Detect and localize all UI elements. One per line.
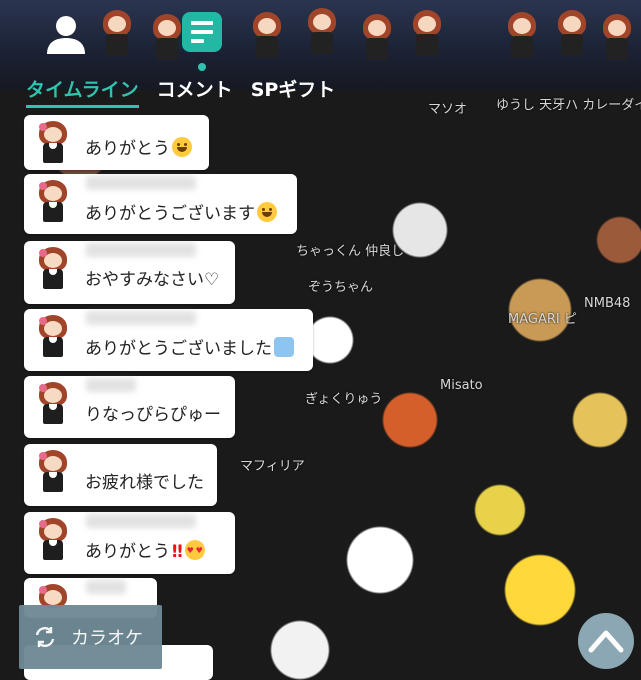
blurred-username	[86, 580, 126, 594]
user-icon[interactable]	[44, 12, 88, 56]
message-text: ありがとうございます	[85, 202, 277, 225]
karaoke-button-label: カラオケ	[71, 628, 143, 649]
blurred-username	[86, 243, 196, 257]
timeline-toggle-icon[interactable]	[182, 12, 222, 52]
timeline-message: お疲れ様でした	[24, 444, 217, 506]
user-avatar	[36, 121, 70, 167]
tab-sp-gift[interactable]: SPギフト	[251, 78, 336, 104]
user-avatar	[36, 518, 70, 564]
smiling-face-icon	[257, 202, 277, 222]
stage-avatar	[410, 10, 444, 56]
stage-area	[0, 0, 641, 90]
bg-viewer-name: マフィリア	[240, 459, 305, 474]
timeline-message: ありがとう ‼	[24, 512, 235, 574]
stage-avatar	[600, 14, 634, 60]
timeline-message: ありがとうございます	[24, 174, 297, 234]
message-text: ありがとう ‼	[85, 540, 205, 563]
stage-avatar	[250, 12, 284, 58]
bg-viewer-name: MAGARI ピ	[508, 312, 577, 327]
message-text: ありがとうございました	[85, 337, 294, 360]
blurred-username	[86, 514, 196, 528]
timeline-message: おやすみなさい♡	[24, 241, 235, 304]
bg-viewer-name: ぞうちゃん	[308, 280, 374, 295]
message-text: りなっぴらぴゅー	[85, 405, 221, 425]
stage-avatar	[360, 14, 394, 60]
smiling-face-icon	[172, 137, 192, 157]
stage-avatar	[505, 12, 539, 58]
tab-timeline[interactable]: タイムライン	[26, 78, 139, 108]
stage-avatar	[150, 14, 184, 60]
bg-viewer-name: ぎょくりゅう	[305, 392, 383, 407]
active-view-indicator	[198, 63, 206, 71]
user-avatar	[36, 180, 70, 226]
stage-avatar	[555, 10, 589, 56]
double-exclamation-icon: ‼	[172, 542, 183, 562]
refresh-icon	[35, 627, 55, 647]
stage-avatar	[100, 10, 134, 56]
timeline-message: りなっぴらぴゅー	[24, 376, 235, 438]
bg-viewer-name: Misato	[440, 378, 483, 393]
bg-viewer-name: ちゃっくん 仲良し	[296, 244, 405, 259]
user-avatar	[36, 450, 70, 496]
woman-raising-hand-icon	[274, 337, 294, 357]
message-text: ありがとう	[85, 137, 192, 160]
karaoke-button[interactable]: カラオケ	[19, 605, 162, 669]
message-text: お疲れ様でした	[85, 473, 204, 493]
blurred-username	[86, 311, 196, 325]
user-avatar	[36, 315, 70, 361]
user-avatar	[36, 247, 70, 293]
user-avatar	[36, 382, 70, 428]
bg-viewer-name: ゆうし 天牙ハ カレーダイス	[496, 98, 641, 113]
bg-viewer-name: マソオ	[428, 102, 468, 117]
heart-eyes-icon	[184, 540, 205, 562]
message-text: おやすみなさい♡	[85, 270, 220, 290]
blurred-username	[86, 378, 136, 392]
tab-bar: タイムライン コメント SPギフト	[26, 78, 336, 108]
tab-comments[interactable]: コメント	[157, 78, 233, 104]
bg-viewer-name: NMB48	[584, 296, 631, 311]
timeline-message: ありがとうございました	[24, 309, 313, 371]
stage-avatar	[305, 8, 339, 54]
scroll-to-top-button[interactable]	[578, 613, 634, 669]
blurred-username	[86, 176, 196, 190]
chevron-up-icon	[588, 630, 624, 653]
timeline-message: ありがとう	[24, 115, 209, 170]
